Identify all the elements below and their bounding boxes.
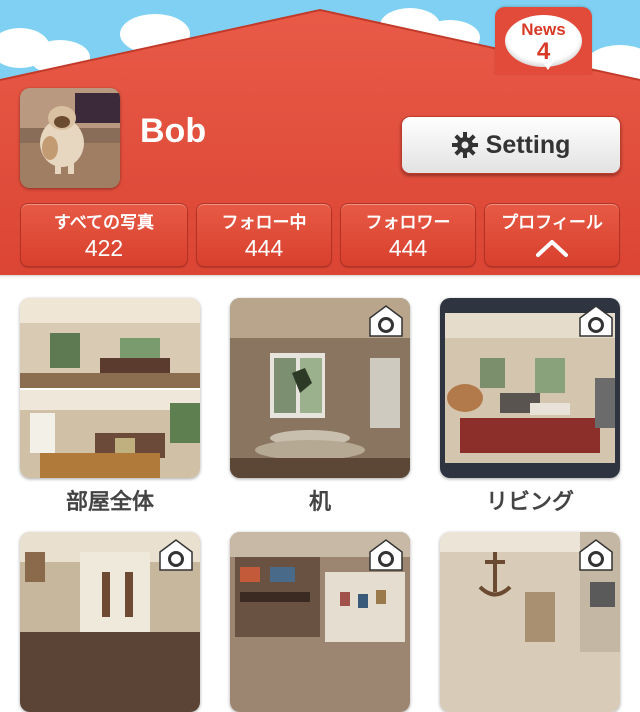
album-tile-living[interactable] [440, 298, 620, 478]
setting-button-label: Setting [485, 130, 571, 159]
header-divider [0, 275, 640, 278]
avatar[interactable] [20, 88, 120, 188]
news-label[interactable]: News [505, 20, 582, 40]
username: Bob [140, 112, 207, 150]
album-tile-desk[interactable] [230, 298, 410, 478]
gear-icon [451, 132, 478, 158]
album-photo [20, 298, 200, 478]
camera-icon [579, 539, 613, 571]
stat-label: フォロワー [365, 213, 451, 233]
stat-label: すべての写真 [53, 213, 155, 233]
stat-value: 422 [84, 235, 124, 261]
album-tile-4[interactable] [20, 532, 200, 712]
stats-bar: すべての写真 422 フォロー中 444 フォロワー 444 プロフィール [20, 203, 624, 267]
setting-button[interactable]: Setting [401, 116, 621, 174]
stat-value: 444 [388, 235, 428, 261]
news-count[interactable]: 4 [505, 38, 582, 66]
stat-label: プロフィール [501, 213, 603, 233]
stat-followers[interactable]: フォロワー 444 [340, 203, 476, 267]
stat-value: 444 [244, 235, 284, 261]
album-label[interactable]: リビング [440, 484, 620, 516]
album-label[interactable]: 部屋全体 [20, 484, 200, 516]
camera-icon [579, 305, 613, 337]
stat-profile[interactable]: プロフィール [484, 203, 620, 267]
album-tile-room[interactable] [20, 298, 200, 478]
stat-all-photos[interactable]: すべての写真 422 [20, 203, 188, 267]
album-label[interactable]: 机 [230, 484, 410, 516]
camera-icon [369, 539, 403, 571]
album-tile-6[interactable] [440, 532, 620, 712]
avatar-dog-image [20, 88, 120, 188]
chevron-up-icon [536, 240, 568, 257]
stat-following[interactable]: フォロー中 444 [196, 203, 332, 267]
camera-icon [159, 539, 193, 571]
album-tile-5[interactable] [230, 532, 410, 712]
camera-icon [369, 305, 403, 337]
stat-label: フォロー中 [221, 213, 307, 233]
